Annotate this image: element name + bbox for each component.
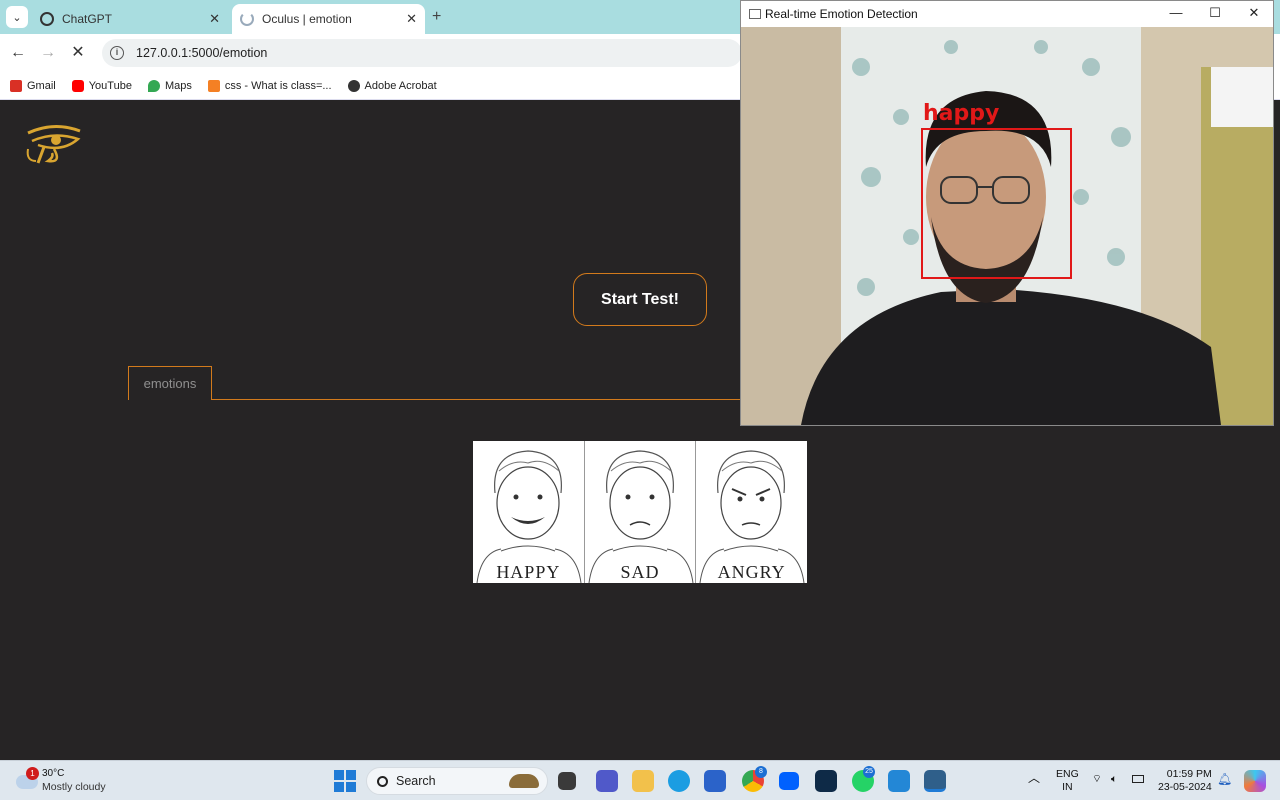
clock-time: 01:59 PM [1166,768,1212,780]
face-bounding-box [921,128,1072,279]
stackoverflow-icon [207,79,220,92]
show-hidden-icons-chevron-icon[interactable]: ︿ [1028,772,1040,785]
file-explorer-icon[interactable] [632,770,654,792]
tab-search-button[interactable]: ⌄ [6,6,28,28]
bookmark-label: Gmail [27,79,56,92]
tab-emotions[interactable]: emotions [128,366,212,400]
maximize-icon[interactable]: ☐ [1205,5,1225,21]
close-tab-icon[interactable]: ✕ [406,11,417,27]
globe-icon [347,79,360,92]
window-title: Real-time Emotion Detection [765,7,918,21]
chrome-badge: 8 [755,766,767,778]
face-sad: SAD [585,441,697,583]
bookmark-gmail[interactable]: Gmail [10,79,56,92]
wifi-icon[interactable]: ⌔ [1092,773,1102,786]
youtube-icon [71,79,84,92]
tab-title: ChatGPT [62,12,113,26]
face-angry: ANGRY [696,441,807,583]
face-label: HAPPY [496,562,561,582]
emotion-detection-window[interactable]: Real-time Emotion Detection — ☐ ✕ happy [740,0,1274,426]
emotion-faces-image: HAPPY SAD ANGRY [473,441,807,583]
url-text: 127.0.0.1:5000/emotion [136,46,268,60]
weather-widget[interactable]: 1 30°C Mostly cloudy [14,767,134,795]
close-window-icon[interactable]: ✕ [1244,5,1264,21]
tab-chatgpt[interactable]: ChatGPT ✕ [32,4,228,34]
taskbar-search[interactable]: Search [366,767,548,795]
window-title-bar[interactable]: Real-time Emotion Detection — ☐ ✕ [741,1,1273,27]
close-tab-icon[interactable]: ✕ [209,11,220,27]
teams-icon[interactable] [596,770,618,792]
stop-loading-icon[interactable]: ✕ [68,43,88,63]
loading-spinner-icon [240,12,254,26]
search-icon [377,775,388,787]
webcam-feed: happy [741,27,1273,425]
language-line1: ENG [1056,768,1079,780]
search-placeholder: Search [396,774,436,788]
detected-emotion-label: happy [923,101,1000,126]
windows-taskbar: 1 30°C Mostly cloudy Search 8 25 ︿ ENG I… [0,760,1280,800]
volume-icon[interactable]: 🔈︎ [1111,773,1117,786]
clock-date: 23-05-2024 [1158,781,1212,793]
language-line2: IN [1062,781,1073,793]
start-test-button[interactable]: Start Test! [573,273,707,326]
bookmark-css-question[interactable]: css - What is class=... [207,79,332,92]
clock[interactable]: 01:59 PM 23-05-2024 [1158,768,1212,794]
app-icon[interactable] [815,770,837,792]
bookmark-label: Adobe Acrobat [364,79,437,92]
face-label: SAD [620,562,660,582]
maps-pin-icon [147,79,160,92]
tab-title: Oculus | emotion [262,12,352,26]
weather-temp: 30°C [42,768,65,779]
copilot-icon[interactable] [1244,770,1266,792]
chatgpt-favicon-icon [40,12,54,26]
edge-icon[interactable] [668,770,690,792]
eye-of-horus-logo[interactable] [24,123,84,165]
face-happy: HAPPY [473,441,585,583]
weather-desc: Mostly cloudy [42,781,106,793]
dropbox-icon[interactable] [779,772,799,790]
back-arrow-icon[interactable]: ← [8,43,28,63]
new-tab-plus-icon[interactable]: + [432,8,441,26]
gmail-icon [10,79,22,92]
bookmark-youtube[interactable]: YouTube [71,79,132,92]
site-info-icon[interactable]: i [110,46,124,60]
turtle-decoration-icon [509,774,539,788]
python-icon[interactable] [924,770,946,792]
vscode-icon[interactable] [888,770,910,792]
windows-start-icon[interactable] [334,770,356,792]
bookmark-label: Maps [164,79,192,92]
address-bar[interactable]: i 127.0.0.1:5000/emotion [102,39,742,67]
file-manager-icon[interactable] [558,772,576,790]
bookmark-label: YouTube [88,79,132,92]
bookmark-adobe-acrobat[interactable]: Adobe Acrobat [347,79,437,92]
notification-bell-icon[interactable]: 🔔︎ [1217,773,1232,786]
notification-badge: 1 [26,767,39,780]
language-indicator[interactable]: ENG IN [1056,768,1079,794]
bookmark-label: css - What is class=... [224,79,332,92]
minimize-icon[interactable]: — [1166,5,1186,20]
whatsapp-badge: 25 [863,766,875,778]
face-label: ANGRY [717,562,786,582]
store-icon[interactable] [704,770,726,792]
tab-oculus-emotion[interactable]: Oculus | emotion ✕ [232,4,425,34]
battery-icon[interactable] [1132,775,1144,783]
tab-underline [128,399,748,400]
window-app-icon [749,9,761,19]
forward-arrow-icon[interactable]: → [38,43,58,63]
bookmark-maps[interactable]: Maps [147,79,192,92]
